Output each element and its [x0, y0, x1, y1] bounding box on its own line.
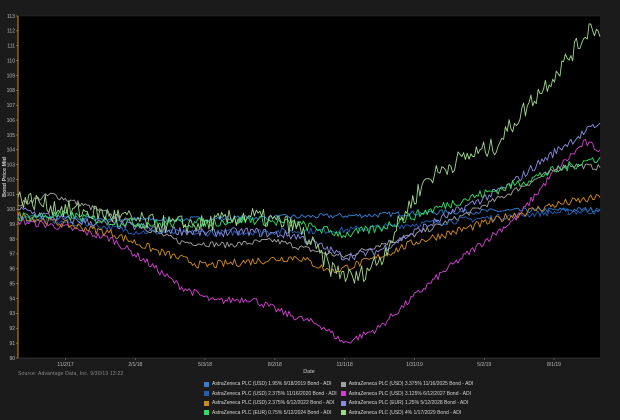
y-tick-label: 111	[7, 44, 15, 50]
y-tick-label: 94	[9, 296, 15, 302]
legend-label: AstraZeneca PLC (USD) 1.95% 9/18/2019 Bo…	[212, 381, 332, 388]
x-tick-label: 11/2/17	[57, 362, 74, 368]
legend-label: AstraZeneca PLC (USD) 2.375% 6/12/2022 B…	[212, 400, 335, 407]
y-tick-label: 100	[7, 207, 16, 213]
legend-label: AstraZeneca PLC (USD) 3.125% 6/12/2027 B…	[348, 390, 471, 397]
legend-swatch	[340, 410, 346, 416]
legend-swatch	[204, 381, 209, 387]
y-tick-label: 95	[9, 281, 15, 287]
y-tick-label: 97	[9, 252, 15, 258]
y-tick-label: 92	[9, 326, 15, 332]
x-tick-label: 8/1/19	[547, 362, 561, 368]
legend-item: AstraZeneca PLC (EUR) 0.75% 5/12/2024 Bo…	[204, 409, 337, 418]
x-tick-label: 8/2/18	[268, 362, 282, 368]
y-tick-label: 110	[7, 58, 15, 64]
x-tick-label: 5/2/19	[477, 362, 491, 368]
y-tick-label: 104	[7, 148, 16, 154]
x-tick-label: 5/3/18	[198, 362, 212, 368]
legend-label: AstraZeneca PLC (EUR) 0.75% 5/12/2024 Bo…	[212, 409, 332, 416]
y-tick-label: 98	[9, 237, 15, 243]
y-tick-label: 112	[7, 29, 15, 35]
chart-panel: 90 91 92 93 94 95 96 97 98 99 100 101 102 103 104 105 10…	[0, 0, 620, 420]
legend-swatch	[340, 381, 346, 387]
legend-swatch	[340, 400, 346, 406]
plot-area	[18, 16, 600, 358]
legend-label: AstraZeneca PLC (EUR) 1.25% 5/12/2028 Bo…	[348, 400, 469, 407]
y-tick-label: 105	[7, 133, 16, 139]
legend-item: AstraZeneca PLC (USD) 1.95% 9/18/2019 Bo…	[204, 380, 337, 389]
x-tick-label: 11/1/18	[336, 362, 353, 368]
y-axis-label: Bond Price Mid	[2, 157, 8, 197]
legend-swatch	[204, 410, 209, 416]
y-tick-label: 90	[9, 356, 15, 362]
y-tick-label: 113	[7, 14, 15, 20]
y-tick-label: 99	[9, 222, 15, 228]
y-tick-label: 93	[9, 311, 15, 317]
legend: AstraZeneca PLC (USD) 1.95% 9/18/2019 Bo…	[204, 380, 473, 418]
legend-item: AstraZeneca PLC (USD) 4% 1/17/2029 Bond …	[340, 409, 474, 418]
y-tick-label: 107	[7, 103, 16, 109]
legend-item: AstraZeneca PLC (USD) 2.375% 11/16/2020 …	[204, 390, 337, 399]
y-tick-label: 109	[7, 73, 16, 79]
x-tick-label: 1/31/19	[406, 362, 423, 368]
legend-label: AstraZeneca PLC (USD) 3.375% 11/16/2025 …	[348, 381, 474, 388]
x-tick-label: 2/1/18	[128, 362, 142, 368]
legend-swatch	[340, 391, 346, 397]
legend-item: AstraZeneca PLC (USD) 3.375% 11/16/2025 …	[340, 380, 474, 389]
y-tick-label: 96	[9, 267, 15, 273]
legend-swatch	[204, 391, 209, 397]
line-chart: 9091929394959697989910010110210310410510…	[2, 14, 601, 375]
legend-label: AstraZeneca PLC (USD) 4% 1/17/2029 Bond …	[348, 409, 462, 416]
legend-label: AstraZeneca PLC (USD) 2.375% 11/16/2020 …	[212, 390, 337, 397]
legend-item: AstraZeneca PLC (EUR) 1.25% 5/12/2028 Bo…	[340, 399, 474, 408]
y-tick-label: 108	[7, 88, 16, 94]
legend-item: AstraZeneca PLC (USD) 3.125% 6/12/2027 B…	[340, 390, 474, 399]
legend-swatch	[204, 400, 209, 406]
x-axis-label: Date	[303, 369, 315, 375]
source-note: Source: Advantage Data, Inc. 9/30/19 13:…	[18, 371, 124, 377]
y-tick-label: 106	[7, 118, 16, 124]
legend-item: AstraZeneca PLC (USD) 2.375% 6/12/2022 B…	[204, 399, 337, 408]
y-tick-label: 91	[9, 341, 15, 347]
